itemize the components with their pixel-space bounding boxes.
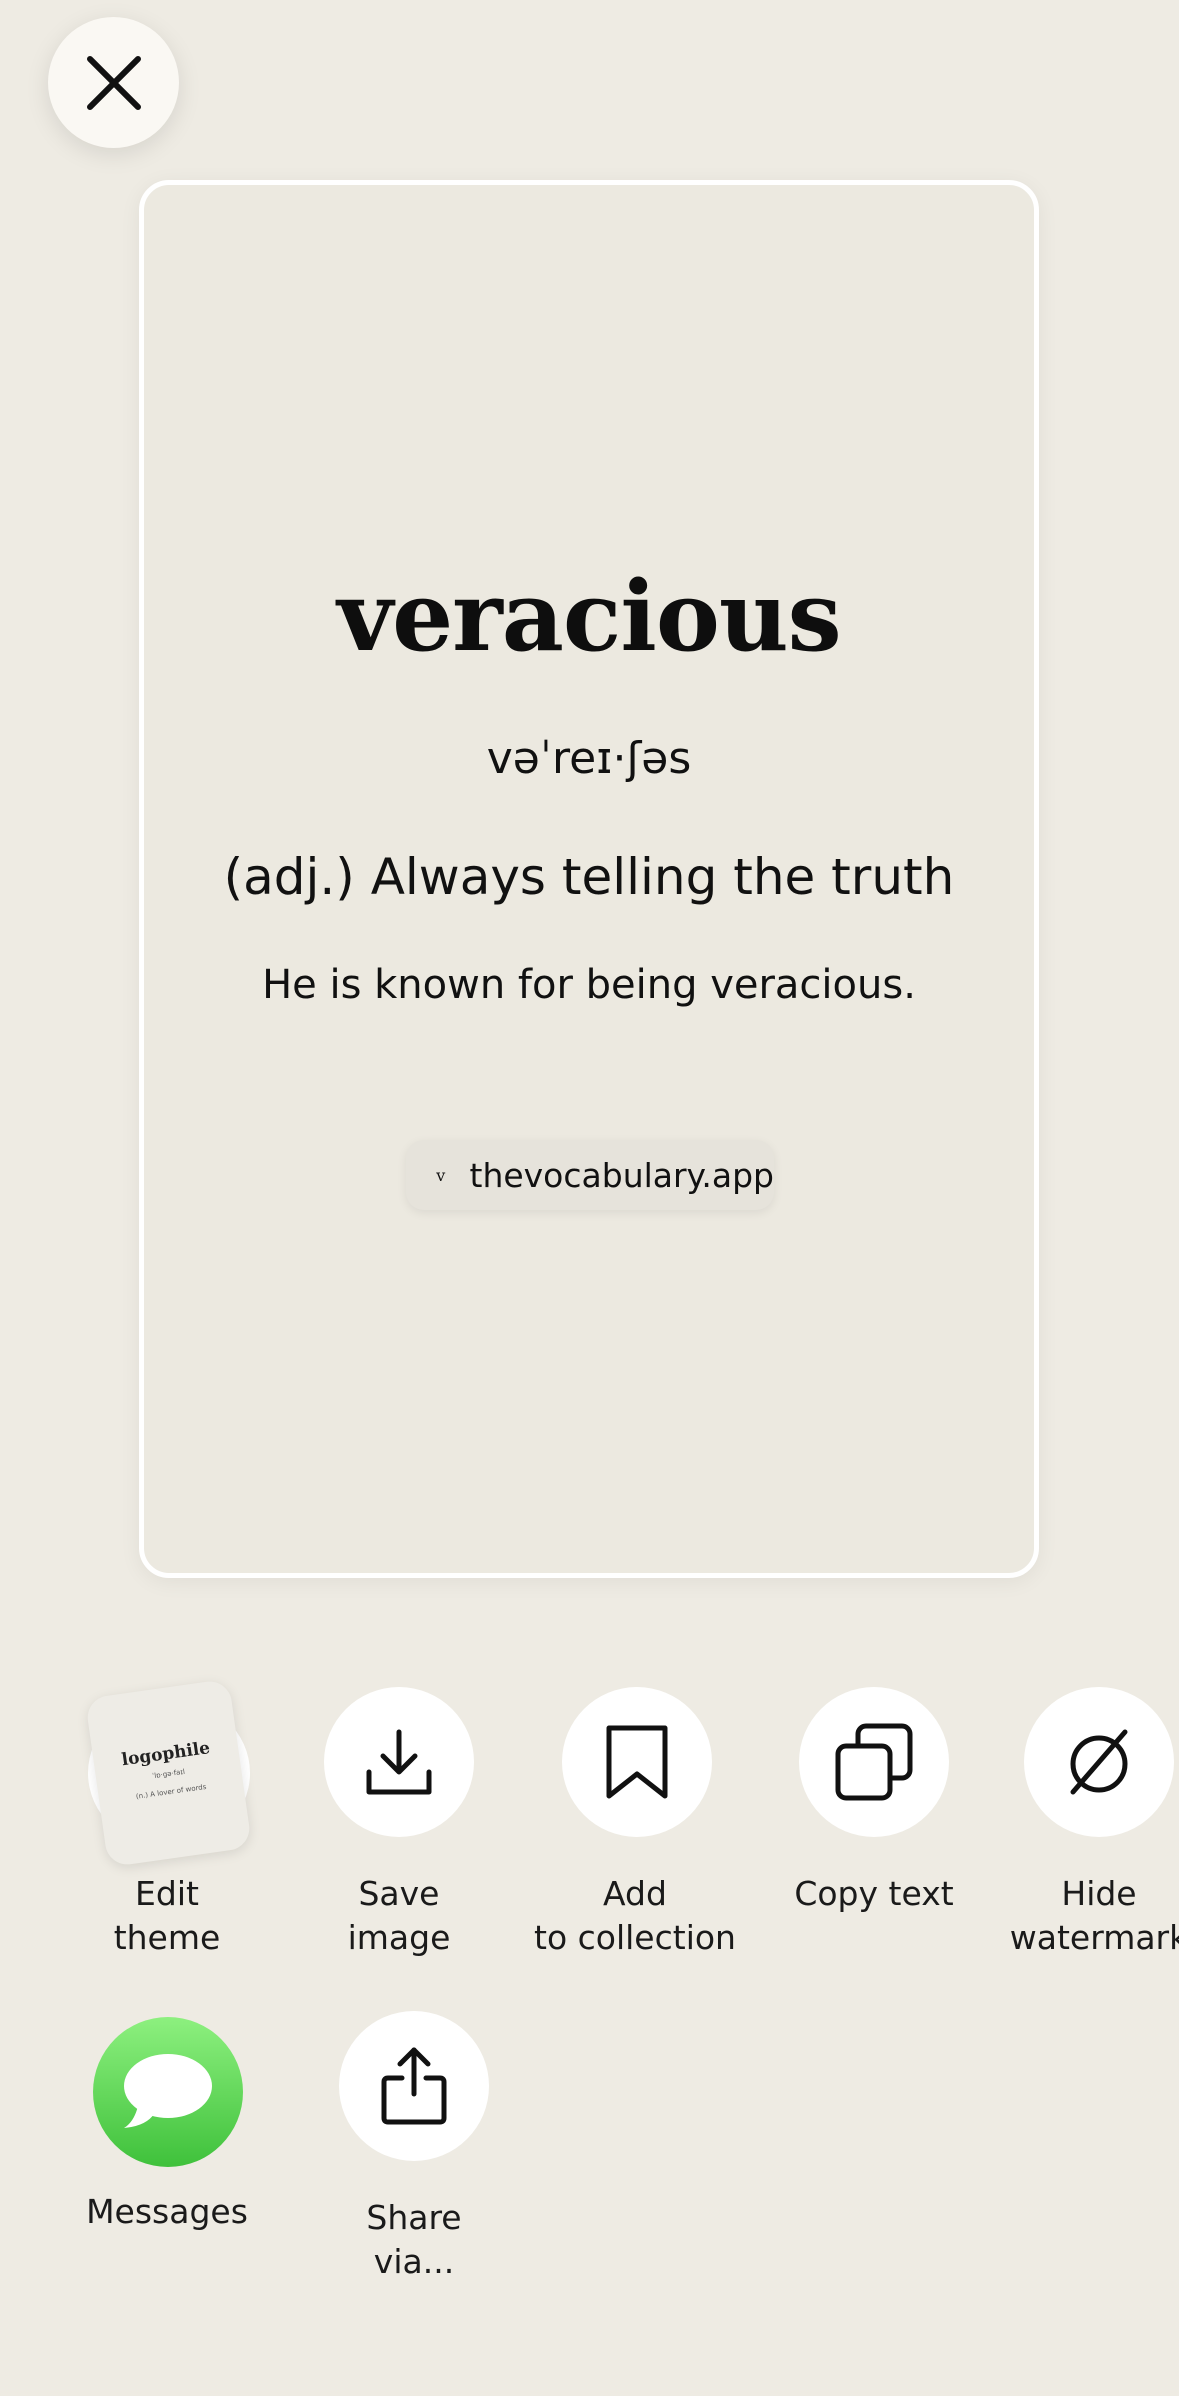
add-to-collection-label: Add to collection: [534, 1874, 736, 1957]
close-icon: [86, 55, 141, 110]
copy-text-circle[interactable]: [799, 1687, 949, 1837]
word-definition: (adj.) Always telling the truth: [223, 848, 955, 906]
bookmark-icon: [606, 1725, 668, 1799]
copy-text-label: Copy text: [794, 1874, 954, 1913]
word-phonetic: vəˈreɪ·ʃəs: [486, 733, 692, 784]
theme-thumbnail-icon[interactable]: logophile ˈlɒ·gə·faɪl (n.) A lover of wo…: [84, 1678, 253, 1868]
word-card: veracious vəˈreɪ·ʃəs (adj.) Always telli…: [139, 180, 1039, 1578]
hide-watermark-label: Hide watermark: [1009, 1874, 1179, 1957]
hide-watermark-circle[interactable]: [1024, 1687, 1174, 1837]
edit-theme-label: Edit theme: [113, 1874, 221, 1957]
messages-circle[interactable]: [93, 2017, 243, 2167]
word-example: He is known for being veracious.: [262, 962, 916, 1008]
share-via-label: Share via...: [366, 2198, 462, 2281]
close-button[interactable]: [48, 17, 179, 148]
add-to-collection-circle[interactable]: [562, 1687, 712, 1837]
save-image-label: Save image: [347, 1874, 451, 1957]
watermark-badge: v thevocabulary.app: [406, 1140, 774, 1210]
share-via-circle[interactable]: [339, 2011, 489, 2161]
download-icon: [366, 1729, 432, 1795]
hide-icon: [1070, 1729, 1128, 1795]
app-logo-icon: v: [436, 1165, 446, 1185]
word-title: veracious: [337, 560, 841, 673]
messages-icon: [124, 2054, 212, 2128]
copy-icon: [835, 1723, 913, 1801]
share-icon: [381, 2047, 447, 2125]
watermark-url: thevocabulary.app: [469, 1155, 775, 1195]
messages-label: Messages: [86, 2192, 248, 2231]
save-image-circle[interactable]: [324, 1687, 474, 1837]
